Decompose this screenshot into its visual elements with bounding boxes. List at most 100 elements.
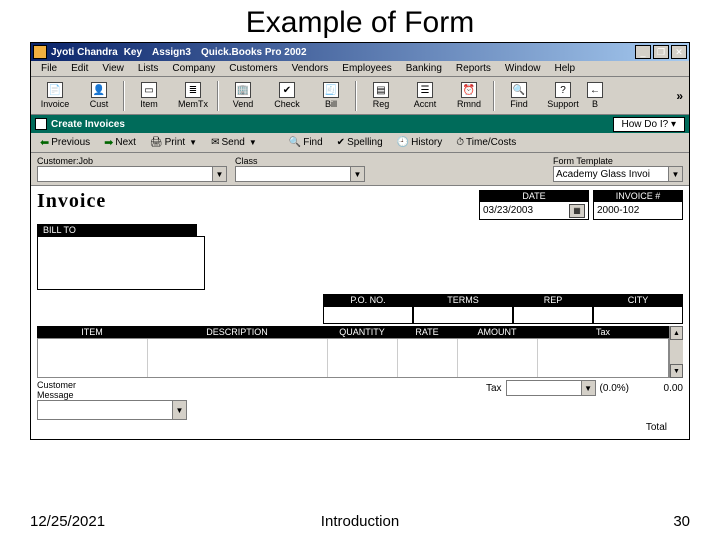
chevron-down-icon[interactable]: ▼ bbox=[172, 401, 186, 419]
menu-employees[interactable]: Employees bbox=[336, 62, 397, 75]
nav-previous[interactable]: ⬅Previous bbox=[35, 134, 95, 151]
billto-textarea[interactable] bbox=[37, 236, 205, 290]
nav-print[interactable]: 🖨Print▼ bbox=[145, 135, 202, 150]
tax-amount: 0.00 bbox=[633, 383, 683, 394]
customer-job-combo[interactable]: ▼ bbox=[37, 166, 227, 182]
invoice-no-field[interactable]: 2000-102 bbox=[593, 202, 683, 220]
desc-col-label: DESCRIPTION bbox=[147, 326, 327, 338]
chevron-down-icon[interactable]: ▼ bbox=[212, 167, 226, 181]
tax-percent: (0.0%) bbox=[600, 383, 629, 394]
tax-combo[interactable]: ▼ bbox=[506, 380, 596, 396]
pono-field[interactable] bbox=[323, 306, 413, 324]
subwindow-title: Create Invoices bbox=[51, 119, 125, 130]
chevron-down-icon[interactable]: ▼ bbox=[668, 167, 682, 181]
tb-item[interactable]: ▭Item bbox=[127, 79, 171, 113]
tb-vend[interactable]: 🏢Vend bbox=[221, 79, 265, 113]
tax-label: Tax bbox=[486, 383, 502, 394]
chevron-down-icon: ▼ bbox=[249, 138, 257, 147]
tb-accnt[interactable]: ☰Accnt bbox=[403, 79, 447, 113]
minimize-button[interactable]: _ bbox=[635, 45, 651, 59]
grid-scrollbar[interactable]: ▲ ▼ bbox=[669, 326, 683, 378]
tb-find[interactable]: 🔍Find bbox=[497, 79, 541, 113]
quickbooks-window: Jyoti Chandra Key Assign3 Quick.Books Pr… bbox=[30, 42, 690, 440]
how-do-i-button[interactable]: How Do I? ▾ bbox=[613, 117, 686, 132]
menu-view[interactable]: View bbox=[96, 62, 130, 75]
tax-col-label: Tax bbox=[537, 326, 669, 338]
support-icon: ? bbox=[555, 82, 571, 98]
tb-sep bbox=[217, 81, 219, 111]
tb-sep bbox=[123, 81, 125, 111]
nav-timecosts[interactable]: ⏱Time/Costs bbox=[451, 135, 521, 150]
template-combo[interactable]: Academy Glass Invoi ▼ bbox=[553, 166, 683, 182]
customer-icon: 👤 bbox=[91, 82, 107, 98]
nav-spelling[interactable]: ✔Spelling bbox=[332, 135, 388, 150]
b-icon: ← bbox=[587, 82, 603, 98]
chevron-down-icon[interactable]: ▼ bbox=[350, 167, 364, 181]
subwindow-title-bar: Create Invoices How Do I? ▾ bbox=[31, 115, 689, 133]
menu-vendors[interactable]: Vendors bbox=[286, 62, 335, 75]
spelling-icon: ✔ bbox=[337, 137, 345, 148]
nav-next[interactable]: ➡Next bbox=[99, 134, 141, 151]
footer-center: Introduction bbox=[321, 513, 399, 530]
calendar-icon[interactable]: ▦ bbox=[569, 204, 585, 218]
arrow-left-icon: ⬅ bbox=[40, 136, 49, 149]
city-field[interactable] bbox=[593, 306, 683, 324]
tb-reg[interactable]: ▤Reg bbox=[359, 79, 403, 113]
chevron-down-icon[interactable]: ▼ bbox=[581, 381, 595, 395]
register-icon: ▤ bbox=[373, 82, 389, 98]
class-combo[interactable]: ▼ bbox=[235, 166, 365, 182]
line-items-grid[interactable] bbox=[37, 338, 669, 378]
nav-find[interactable]: 🔍Find bbox=[284, 135, 328, 150]
terms-label: TERMS bbox=[413, 294, 513, 306]
menu-customers[interactable]: Customers bbox=[223, 62, 283, 75]
customer-message-combo[interactable]: ▼ bbox=[37, 400, 187, 420]
menu-file[interactable]: File bbox=[35, 62, 63, 75]
menu-window[interactable]: Window bbox=[499, 62, 547, 75]
tb-b[interactable]: ←B bbox=[585, 79, 605, 113]
class-label: Class bbox=[235, 156, 365, 166]
rate-col-label: RATE bbox=[397, 326, 457, 338]
title-user: Jyoti Chandra bbox=[51, 47, 118, 58]
total-label: Total bbox=[646, 422, 667, 433]
form-meta-row: Customer:Job ▼ Class ▼ Form Template Aca… bbox=[31, 153, 689, 185]
find-icon: 🔍 bbox=[511, 82, 527, 98]
slide-footer: 12/25/2021 Introduction 30 bbox=[0, 513, 720, 530]
restore-button[interactable]: ❐ bbox=[653, 45, 669, 59]
tb-support[interactable]: ?Support bbox=[541, 79, 585, 113]
close-button[interactable]: ✕ bbox=[671, 45, 687, 59]
date-field[interactable]: 03/23/2003 ▦ bbox=[479, 202, 589, 220]
tb-invoice[interactable]: 📄Invoice bbox=[33, 79, 77, 113]
template-label: Form Template bbox=[553, 156, 683, 166]
tb-rmnd[interactable]: ⏰Rmnd bbox=[447, 79, 491, 113]
account-icon: ☰ bbox=[417, 82, 433, 98]
invoice-form: Invoice DATE 03/23/2003 ▦ INVOICE # 2000… bbox=[31, 185, 689, 439]
qty-col-label: QUANTITY bbox=[327, 326, 397, 338]
nav-send[interactable]: ✉Send▼ bbox=[206, 135, 262, 150]
bill-icon: 🧾 bbox=[323, 82, 339, 98]
menu-reports[interactable]: Reports bbox=[450, 62, 497, 75]
title-assign: Assign3 bbox=[152, 47, 191, 58]
menu-company[interactable]: Company bbox=[166, 62, 221, 75]
menu-lists[interactable]: Lists bbox=[132, 62, 165, 75]
tb-memtx[interactable]: ≣MemTx bbox=[171, 79, 215, 113]
arrow-right-icon: ➡ bbox=[104, 136, 113, 149]
menu-edit[interactable]: Edit bbox=[65, 62, 94, 75]
menu-banking[interactable]: Banking bbox=[400, 62, 448, 75]
tb-check[interactable]: ✔Check bbox=[265, 79, 309, 113]
tb-cust[interactable]: 👤Cust bbox=[77, 79, 121, 113]
menu-help[interactable]: Help bbox=[549, 62, 582, 75]
rep-label: REP bbox=[513, 294, 593, 306]
customer-job-label: Customer:Job bbox=[37, 156, 227, 166]
scroll-up-icon[interactable]: ▲ bbox=[670, 326, 683, 340]
invoice-icon: 📄 bbox=[47, 82, 63, 98]
nav-history[interactable]: 🕘History bbox=[392, 135, 448, 150]
terms-field[interactable] bbox=[413, 306, 513, 324]
date-value: 03/23/2003 bbox=[483, 205, 533, 216]
tb-bill[interactable]: 🧾Bill bbox=[309, 79, 353, 113]
toolbar-overflow[interactable]: » bbox=[676, 89, 687, 103]
history-icon: 🕘 bbox=[397, 137, 409, 148]
form-nav-toolbar: ⬅Previous ➡Next 🖨Print▼ ✉Send▼ 🔍Find ✔Sp… bbox=[31, 133, 689, 153]
rep-field[interactable] bbox=[513, 306, 593, 324]
scroll-down-icon[interactable]: ▼ bbox=[670, 364, 683, 378]
invoice-no-value: 2000-102 bbox=[597, 205, 639, 216]
